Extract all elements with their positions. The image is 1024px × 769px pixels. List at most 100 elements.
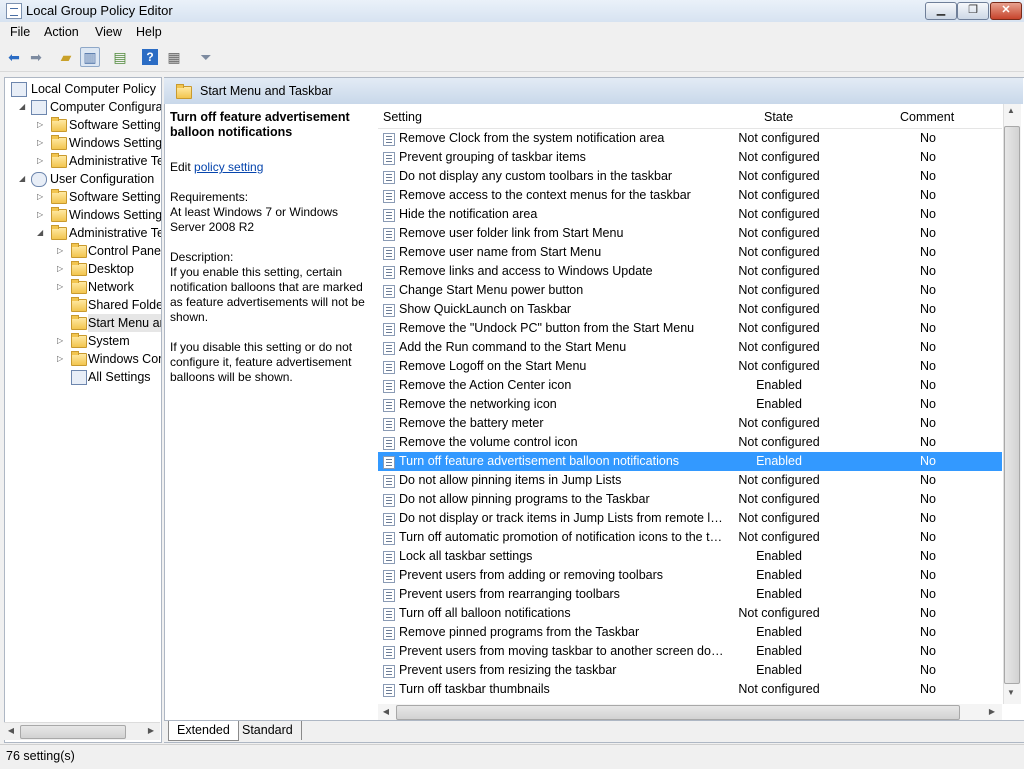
table-row[interactable]: Remove the volume control icon Not config…: [378, 433, 1002, 452]
collapsed-arrow-icon[interactable]: ▷: [37, 134, 45, 152]
show-hide-tree-icon[interactable]: ▥: [80, 47, 100, 67]
filter-icon[interactable]: ⏷: [196, 47, 216, 67]
table-row[interactable]: Prevent grouping of taskbar items Not con…: [378, 148, 1002, 167]
setting-icon: [383, 380, 395, 393]
setting-icon: [383, 551, 395, 564]
setting-name: Remove the "Undock PC" button from the S…: [399, 321, 695, 335]
setting-state: Not configured: [738, 207, 820, 221]
table-row[interactable]: Prevent users from resizing the taskbar E…: [378, 661, 1002, 680]
scroll-up-icon[interactable]: ▲: [1005, 106, 1017, 115]
collapsed-arrow-icon[interactable]: ▷: [57, 350, 65, 368]
setting-icon: [383, 209, 395, 222]
collapsed-arrow-icon[interactable]: ▷: [57, 260, 65, 278]
table-row[interactable]: Turn off feature advertisement balloon n…: [378, 452, 1002, 471]
table-row[interactable]: Do not allow pinning items in Jump Lists…: [378, 471, 1002, 490]
scroll-left-icon[interactable]: ◀: [381, 707, 391, 716]
tree-horizontal-scrollbar[interactable]: ◀ ▶: [4, 722, 160, 740]
close-button[interactable]: ✕: [990, 2, 1022, 20]
table-row[interactable]: Prevent users from adding or removing to…: [378, 566, 1002, 585]
minimize-button[interactable]: ▁: [925, 2, 957, 20]
setting-comment: No: [920, 359, 936, 373]
back-arrow-icon[interactable]: ⬅: [4, 47, 24, 67]
column-header-setting[interactable]: Setting: [383, 110, 422, 124]
tab-standard[interactable]: Standard: [234, 721, 302, 740]
collapsed-arrow-icon[interactable]: ▷: [37, 206, 45, 224]
collapsed-arrow-icon[interactable]: ▷: [57, 242, 65, 260]
setting-comment: No: [920, 397, 936, 411]
vertical-scroll-thumb[interactable]: [1004, 126, 1020, 684]
scroll-left-icon[interactable]: ◀: [6, 726, 16, 735]
setting-state: Enabled: [756, 549, 802, 563]
table-row[interactable]: Prevent users from rearranging toolbars E…: [378, 585, 1002, 604]
setting-name: Change Start Menu power button: [399, 283, 584, 297]
column-header-state[interactable]: State: [764, 110, 793, 124]
expanded-arrow-icon[interactable]: ◢: [19, 98, 27, 116]
collapsed-arrow-icon[interactable]: ▷: [37, 116, 45, 134]
help-icon[interactable]: ?: [142, 49, 158, 65]
table-row[interactable]: Remove user name from Start Menu Not conf…: [378, 243, 1002, 262]
collapsed-arrow-icon[interactable]: ▷: [37, 188, 45, 206]
table-row[interactable]: Remove the "Undock PC" button from the S…: [378, 319, 1002, 338]
setting-name: Turn off all balloon notifications: [399, 606, 571, 620]
table-row[interactable]: Turn off automatic promotion of notifica…: [378, 528, 1002, 547]
table-row[interactable]: Turn off taskbar thumbnails Not configure…: [378, 680, 1002, 699]
export-list-icon[interactable]: ▤: [110, 47, 130, 67]
up-folder-icon[interactable]: ▰: [56, 47, 76, 67]
table-row[interactable]: Change Start Menu power button Not config…: [378, 281, 1002, 300]
table-row[interactable]: Do not display or track items in Jump Li…: [378, 509, 1002, 528]
table-row[interactable]: Show QuickLaunch on Taskbar Not configure…: [378, 300, 1002, 319]
scroll-right-icon[interactable]: ▶: [146, 726, 156, 735]
table-row[interactable]: Turn off all balloon notifications Not co…: [378, 604, 1002, 623]
expanded-arrow-icon[interactable]: ◢: [19, 170, 27, 188]
table-row[interactable]: Prevent users from moving taskbar to ano…: [378, 642, 1002, 661]
table-row[interactable]: Hide the notification area Not configured…: [378, 205, 1002, 224]
folder-icon: [51, 117, 67, 132]
description-label: Description:: [170, 250, 234, 264]
table-row[interactable]: Do not display any custom toolbars in th…: [378, 167, 1002, 186]
table-row[interactable]: Remove the networking icon Enabled No: [378, 395, 1002, 414]
setting-icon: [383, 532, 395, 545]
table-row[interactable]: Remove links and access to Windows Updat…: [378, 262, 1002, 281]
description-text-disable: If you disable this setting or do not co…: [170, 340, 353, 384]
forward-arrow-icon[interactable]: ➡: [26, 47, 46, 67]
policy-setting-link[interactable]: policy setting: [194, 160, 263, 174]
setting-state: Enabled: [756, 454, 802, 468]
table-row[interactable]: Remove pinned programs from the Taskbar E…: [378, 623, 1002, 642]
table-row[interactable]: Remove user folder link from Start Menu N…: [378, 224, 1002, 243]
setting-name: Remove pinned programs from the Taskbar: [399, 625, 640, 639]
table-row[interactable]: Lock all taskbar settings Enabled No: [378, 547, 1002, 566]
column-header-comment[interactable]: Comment: [900, 110, 954, 124]
collapsed-arrow-icon[interactable]: ▷: [57, 278, 65, 296]
table-row[interactable]: Remove Logoff on the Start Menu Not confi…: [378, 357, 1002, 376]
setting-icon: [383, 627, 395, 640]
table-row[interactable]: Remove the battery meter Not configured No: [378, 414, 1002, 433]
tab-extended[interactable]: Extended: [168, 721, 239, 741]
menu-action[interactable]: Action: [44, 25, 79, 39]
table-row[interactable]: Add the Run command to the Start Menu Not…: [378, 338, 1002, 357]
setting-comment: No: [920, 644, 936, 658]
setting-icon: [383, 304, 395, 317]
properties-icon[interactable]: ▦: [164, 47, 184, 67]
horizontal-scroll-thumb[interactable]: [396, 705, 960, 720]
menu-file[interactable]: File: [10, 25, 30, 39]
setting-state: Enabled: [756, 397, 802, 411]
description-panel: Turn off feature advertisement balloon n…: [170, 110, 366, 700]
table-row[interactable]: Remove access to the context menus for t…: [378, 186, 1002, 205]
collapsed-arrow-icon[interactable]: ▷: [37, 152, 45, 170]
menu-view[interactable]: View: [95, 25, 122, 39]
expanded-arrow-icon[interactable]: ◢: [37, 224, 45, 242]
maximize-button[interactable]: ❐: [957, 2, 989, 20]
setting-state: Not configured: [738, 283, 820, 297]
setting-name: Turn off taskbar thumbnails: [399, 682, 550, 696]
table-row[interactable]: Remove the Action Center icon Enabled No: [378, 376, 1002, 395]
scroll-down-icon[interactable]: ▼: [1005, 688, 1017, 697]
menu-help[interactable]: Help: [136, 25, 162, 39]
scroll-right-icon[interactable]: ▶: [987, 707, 997, 716]
table-row[interactable]: Do not allow pinning programs to the Tas…: [378, 490, 1002, 509]
policy-icon: [11, 82, 27, 97]
table-row[interactable]: Remove Clock from the system notificatio…: [378, 129, 1002, 148]
status-bar: 76 setting(s): [0, 744, 1024, 769]
collapsed-arrow-icon[interactable]: ▷: [57, 332, 65, 350]
tree-scroll-thumb[interactable]: [20, 725, 126, 739]
setting-comment: No: [920, 530, 936, 544]
